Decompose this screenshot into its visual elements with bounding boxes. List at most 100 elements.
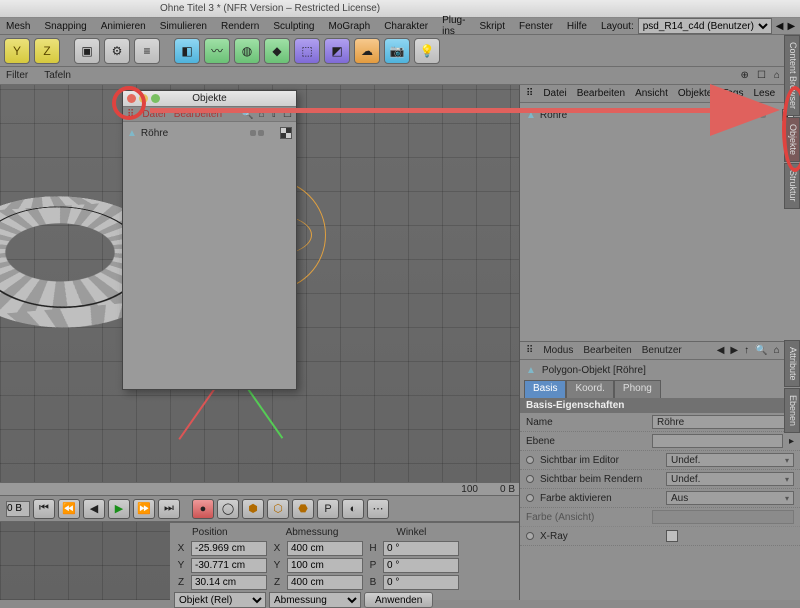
subdivision-button[interactable]: ◆ (264, 38, 290, 64)
tab-phong[interactable]: Phong (614, 380, 661, 398)
viewnav-zoom-icon[interactable]: ☐ (757, 70, 766, 81)
fp-search-icon[interactable]: 🔍 (241, 109, 253, 120)
fp-dock-icon[interactable]: ☐ (283, 109, 292, 120)
close-icon[interactable] (127, 94, 136, 103)
prop-farbe-dropdown[interactable]: Aus (666, 491, 794, 505)
object-row[interactable]: ▲ Röhre (526, 107, 794, 123)
key-pos-button[interactable]: ⬢ (242, 499, 264, 519)
objmgr-menu-ansicht[interactable]: Ansicht (635, 88, 668, 99)
axis-y-button[interactable]: Y (4, 38, 30, 64)
floating-panel-titlebar[interactable]: Objekte (123, 91, 296, 107)
attr-menu-benutzer[interactable]: Benutzer (642, 345, 682, 356)
attr-menu-bearbeiten[interactable]: Bearbeiten (583, 345, 631, 356)
layout-prev-icon[interactable]: ◀ (776, 21, 784, 32)
coord-apply-button[interactable]: Anwenden (364, 592, 433, 608)
coord-z-dim[interactable] (287, 575, 363, 590)
sidetab-content-browser[interactable]: Content Browser (784, 35, 800, 116)
play-back-button[interactable]: ◀ (83, 499, 105, 519)
key-param-button[interactable]: P (317, 499, 339, 519)
fp-up-icon[interactable]: ⇧ (270, 109, 278, 120)
prop-name-input[interactable]: Röhre (652, 415, 794, 429)
attr-nav-up-icon[interactable]: ↑ (744, 345, 749, 356)
record-button[interactable]: ● (192, 499, 214, 519)
time-ruler[interactable]: 100 0 B (0, 482, 519, 496)
camera-button[interactable]: 📷 (384, 38, 410, 64)
fp-home-icon[interactable]: ⌂ (259, 109, 265, 120)
objmgr-menu-tags[interactable]: Tags (722, 88, 743, 99)
objmgr-menu-lese[interactable]: Lese (753, 88, 775, 99)
layout-select[interactable]: psd_R14_c4d (Benutzer) (638, 18, 772, 34)
menu-charakter[interactable]: Charakter (384, 21, 428, 32)
fp-object-name[interactable]: Röhre (141, 128, 168, 139)
coord-y-pos[interactable] (191, 558, 267, 573)
timeline-frame-input[interactable] (6, 501, 30, 517)
coord-x-dim[interactable] (287, 541, 363, 556)
attr-home-icon[interactable]: ⌂ (774, 345, 780, 356)
attr-nav-fwd-icon[interactable]: ▶ (730, 345, 738, 356)
coord-z-pos[interactable] (191, 575, 267, 590)
generator-button[interactable]: ◍ (234, 38, 260, 64)
viewnav-rotate-icon[interactable]: ⌂ (774, 70, 780, 81)
attr-search-icon[interactable]: 🔍 (755, 345, 767, 356)
objmgr-menu-objekte[interactable]: Objekte (678, 88, 712, 99)
fp-object-row[interactable]: ▲ Röhre (127, 125, 292, 141)
coord-size-select[interactable]: Abmessung (269, 592, 361, 608)
autokey-button[interactable]: ◯ (217, 499, 239, 519)
menu-snapping[interactable]: Snapping (44, 21, 86, 32)
menu-simulieren[interactable]: Simulieren (160, 21, 207, 32)
attr-nav-back-icon[interactable]: ◀ (717, 345, 725, 356)
minimize-icon[interactable] (139, 94, 148, 103)
viewnav-move-icon[interactable]: ⊕ (741, 70, 749, 81)
goto-end-button[interactable]: ⏭ (158, 499, 180, 519)
menu-mesh[interactable]: Mesh (6, 21, 30, 32)
attr-menu-modus[interactable]: Modus (543, 345, 573, 356)
floating-objekte-panel[interactable]: Objekte ⠿ Datei Bearbeiten 🔍 ⌂ ⇧ ☐ ▲ Röh… (122, 90, 297, 390)
menu-skript[interactable]: Skript (479, 21, 505, 32)
render-queue-button[interactable]: ≡ (134, 38, 160, 64)
spline-button[interactable]: 〰 (204, 38, 230, 64)
fp-menu-bearbeiten[interactable]: Bearbeiten (174, 109, 222, 120)
axis-z-button[interactable]: Z (34, 38, 60, 64)
phong-tag-icon[interactable] (280, 127, 292, 139)
menu-fenster[interactable]: Fenster (519, 21, 553, 32)
menu-animieren[interactable]: Animieren (101, 21, 146, 32)
subbar-tafeln[interactable]: Tafeln (44, 70, 71, 81)
zoom-icon[interactable] (151, 94, 160, 103)
coord-b-ang[interactable] (383, 575, 459, 590)
menu-mograph[interactable]: MoGraph (329, 21, 371, 32)
ebene-picker-icon[interactable]: ▸ (789, 436, 794, 447)
coord-y-dim[interactable] (287, 558, 363, 573)
coord-space-select[interactable]: Objekt (Rel) (174, 592, 266, 608)
prop-render-dropdown[interactable]: Undef. (666, 472, 794, 486)
sidetab-ebenen[interactable]: Ebenen (784, 388, 800, 433)
subbar-filter[interactable]: Filter (6, 70, 28, 81)
key-pla-button[interactable]: ◐ (342, 499, 364, 519)
render-settings-button[interactable]: ⚙ (104, 38, 130, 64)
coord-p-ang[interactable] (383, 558, 459, 573)
object-manager[interactable]: ▲ Röhre (520, 103, 800, 341)
deformer-button[interactable]: ◩ (324, 38, 350, 64)
key-scale-button[interactable]: ⬡ (267, 499, 289, 519)
key-opts-button[interactable]: ⋯ (367, 499, 389, 519)
object-name[interactable]: Röhre (540, 110, 567, 121)
objmgr-menu-bearbeiten[interactable]: Bearbeiten (577, 88, 625, 99)
tab-koord[interactable]: Koord. (566, 380, 613, 398)
prop-ebene-input[interactable] (652, 434, 783, 448)
menu-plugins[interactable]: Plug-ins (442, 15, 465, 37)
fp-menu-datei[interactable]: Datei (142, 109, 165, 120)
layout-next-icon[interactable]: ▶ (787, 21, 795, 32)
environment-button[interactable]: ☁ (354, 38, 380, 64)
sidetab-objekte[interactable]: Objekte (784, 117, 800, 162)
prop-editor-dropdown[interactable]: Undef. (666, 453, 794, 467)
menu-hilfe[interactable]: Hilfe (567, 21, 587, 32)
tab-basis[interactable]: Basis (524, 380, 566, 398)
render-view-button[interactable]: ▣ (74, 38, 100, 64)
menu-sculpting[interactable]: Sculpting (273, 21, 314, 32)
coord-x-pos[interactable] (191, 541, 267, 556)
coord-h-ang[interactable] (383, 541, 459, 556)
light-button[interactable]: 💡 (414, 38, 440, 64)
sidetab-attribute[interactable]: Attribute (784, 340, 800, 388)
next-key-button[interactable]: ⏩ (133, 499, 155, 519)
sidetab-struktur[interactable]: Struktur (784, 163, 800, 209)
goto-start-button[interactable]: ⏮ (33, 499, 55, 519)
